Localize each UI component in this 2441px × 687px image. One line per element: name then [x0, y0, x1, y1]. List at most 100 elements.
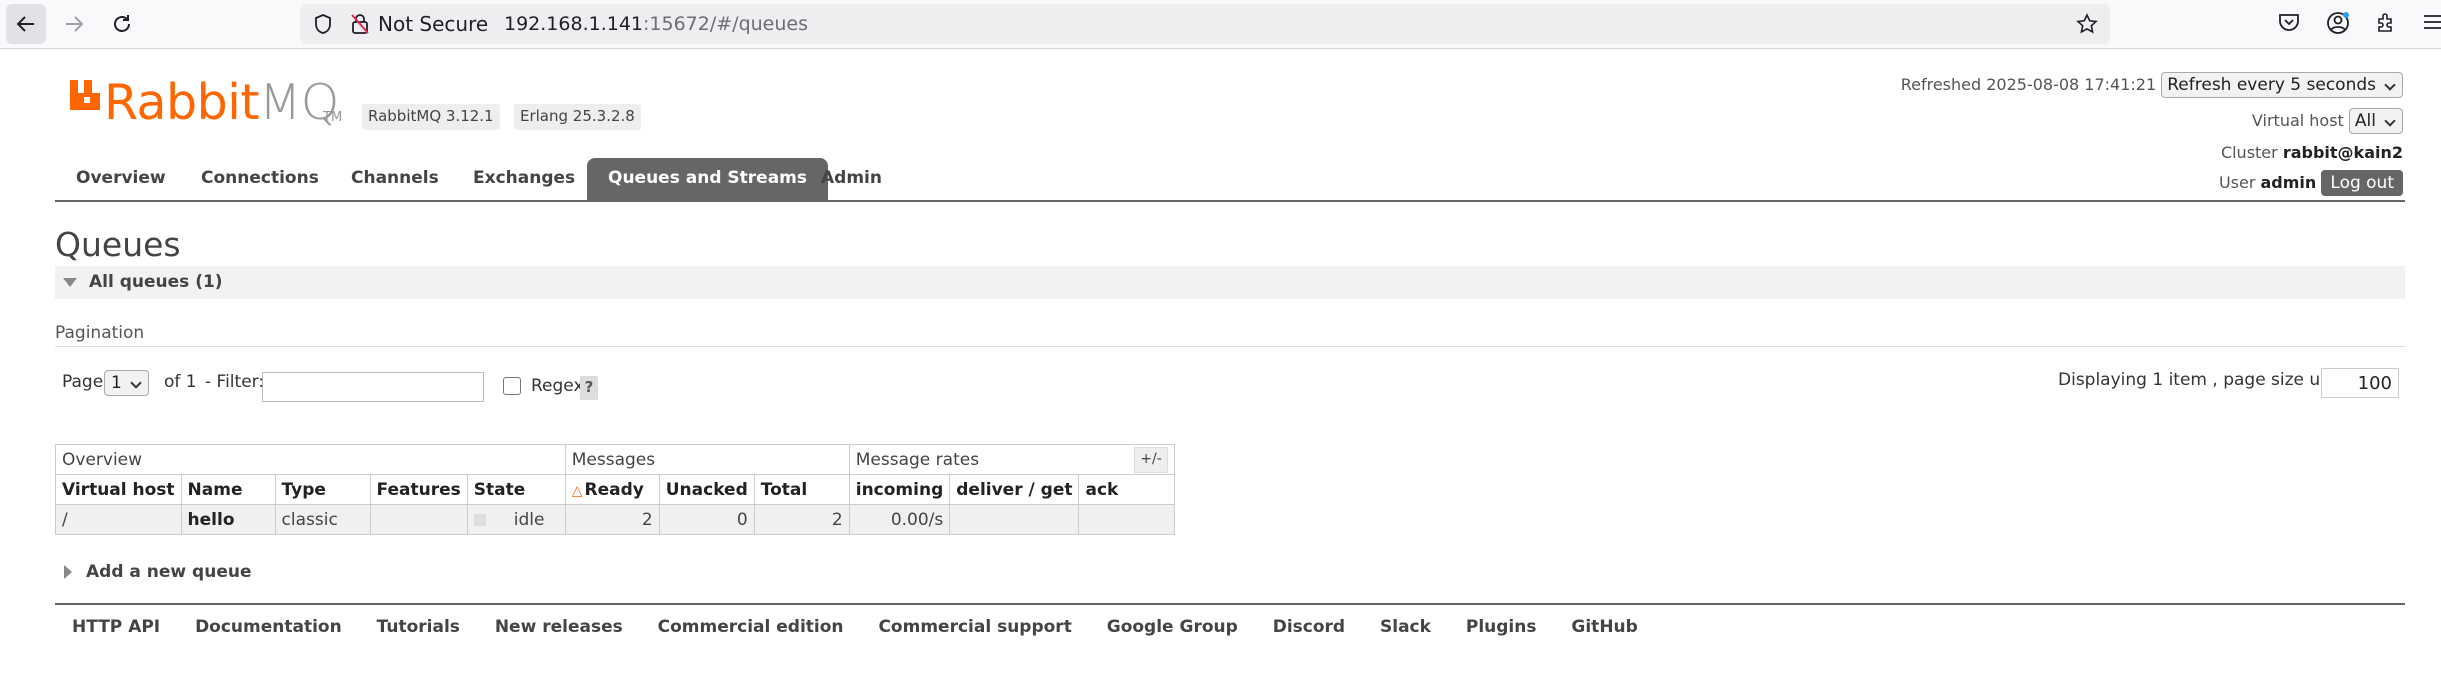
- footer-links: HTTP API Documentation Tutorials New rel…: [72, 617, 1667, 637]
- column-header[interactable]: Unacked: [658, 474, 755, 505]
- reload-button[interactable]: [102, 4, 142, 44]
- footer-link-plugins[interactable]: Plugins: [1466, 617, 1537, 637]
- arrow-left-icon: [16, 16, 34, 32]
- footer-link-documentation[interactable]: Documentation: [195, 617, 342, 637]
- security-label[interactable]: Not Secure: [378, 12, 488, 36]
- table-row[interactable]: / hello classic idle 2 0 2 0.00/s: [55, 504, 1176, 535]
- tab-queues-and-streams[interactable]: Queues and Streams: [587, 158, 829, 200]
- state-text: idle: [513, 509, 545, 530]
- column-header[interactable]: Type: [274, 474, 371, 505]
- reload-icon: [114, 15, 130, 32]
- column-toggle-button[interactable]: +/-: [1134, 447, 1168, 473]
- section-title: All queues (1): [89, 272, 223, 292]
- group-header-overview: Overview: [55, 444, 566, 475]
- logo-rabbit: Rabbit: [104, 74, 260, 131]
- footer-link-new-releases[interactable]: New releases: [495, 617, 623, 637]
- browser-toolbar: Not Secure 192.168.1.141:15672/#/queues: [0, 0, 2441, 49]
- group-header-messages: Messages: [564, 444, 850, 475]
- column-header[interactable]: Total: [753, 474, 850, 505]
- filter-input[interactable]: [262, 372, 484, 402]
- pagination-label: Pagination: [55, 323, 145, 343]
- pagination-divider: [55, 346, 2405, 347]
- queue-name-link[interactable]: hello: [180, 504, 276, 535]
- menu-icon[interactable]: [2422, 10, 2441, 34]
- cell-state: idle: [466, 504, 566, 535]
- logo-trademark: TM: [323, 110, 343, 125]
- pocket-icon[interactable]: [2277, 10, 2301, 34]
- regex-label: Regex: [531, 376, 584, 396]
- column-header[interactable]: Virtual host: [55, 474, 182, 505]
- page-count: of 1: [164, 372, 197, 392]
- tab-channels[interactable]: Channels: [330, 158, 460, 200]
- extensions-icon[interactable]: [2374, 10, 2398, 34]
- url-host: 192.168.1.141: [504, 13, 644, 35]
- url-text[interactable]: 192.168.1.141:15672/#/queues: [504, 13, 808, 35]
- page-size-input[interactable]: 100: [2321, 368, 2399, 398]
- column-header[interactable]: State: [466, 474, 566, 505]
- bookmark-star-icon[interactable]: [2076, 13, 2098, 35]
- rabbitmq-logo-icon[interactable]: [68, 78, 102, 112]
- vhost-select[interactable]: All: [2348, 108, 2403, 134]
- vhost-row: Virtual host All: [2252, 108, 2403, 134]
- add-queue-label: Add a new queue: [86, 562, 252, 582]
- footer-link-google-group[interactable]: Google Group: [1107, 617, 1238, 637]
- logo-text[interactable]: RabbitMQ: [104, 74, 339, 131]
- sort-indicator-icon: △: [571, 482, 583, 499]
- tab-connections[interactable]: Connections: [180, 158, 340, 200]
- refreshed-timestamp: Refreshed 2025-08-08 17:41:21: [1900, 75, 2157, 94]
- forward-button[interactable]: [54, 4, 94, 44]
- tab-admin[interactable]: Admin: [800, 158, 903, 200]
- address-bar[interactable]: Not Secure 192.168.1.141:15672/#/queues: [300, 4, 2110, 44]
- queues-table: Overview Messages Message rates Virtual …: [55, 444, 1176, 535]
- main-nav-tabs: Overview Connections Channels Exchanges …: [55, 158, 2405, 202]
- column-header[interactable]: ack: [1078, 474, 1176, 505]
- displaying-text: Displaying 1 item , page size up to:: [2058, 370, 2360, 390]
- tab-overview[interactable]: Overview: [55, 158, 187, 200]
- tab-exchanges[interactable]: Exchanges: [452, 158, 596, 200]
- regex-checkbox[interactable]: [503, 377, 521, 395]
- column-header[interactable]: deliver / get: [949, 474, 1080, 505]
- rabbitmq-version-badge: RabbitMQ 3.12.1: [362, 104, 500, 130]
- page-select[interactable]: 1: [104, 370, 149, 396]
- cell-type: classic: [274, 504, 371, 535]
- filter-label: - Filter:: [205, 372, 265, 392]
- url-path: :15672/#/queues: [643, 13, 809, 35]
- column-header[interactable]: Features: [369, 474, 468, 505]
- column-header[interactable]: incoming: [848, 474, 951, 505]
- account-icon[interactable]: [2325, 10, 2351, 36]
- cell-features: [369, 504, 468, 535]
- insecure-lock-icon[interactable]: [350, 13, 370, 35]
- footer-link-commercial-support[interactable]: Commercial support: [878, 617, 1071, 637]
- shield-icon[interactable]: [312, 13, 334, 35]
- group-header-message-rates: Message rates: [848, 444, 1176, 475]
- footer-link-discord[interactable]: Discord: [1273, 617, 1345, 637]
- cell-unacked: 0: [658, 504, 755, 535]
- cell-incoming: 0.00/s: [848, 504, 951, 535]
- cell-deliver-get: [949, 504, 1080, 535]
- all-queues-section-toggle[interactable]: All queues (1): [55, 266, 2405, 299]
- footer-divider: [55, 603, 2405, 605]
- page-label: Page: [62, 372, 104, 392]
- footer-link-tutorials[interactable]: Tutorials: [377, 617, 460, 637]
- expand-triangle-icon: [64, 565, 72, 579]
- arrow-right-icon: [66, 16, 84, 32]
- collapse-triangle-icon: [63, 278, 77, 287]
- cell-ready: 2: [564, 504, 660, 535]
- page-title: Queues: [55, 225, 181, 264]
- page-select-wrapper: 1: [104, 370, 149, 396]
- footer-link-http-api[interactable]: HTTP API: [72, 617, 160, 637]
- footer-link-commercial-edition[interactable]: Commercial edition: [658, 617, 844, 637]
- add-queue-section-toggle[interactable]: Add a new queue: [64, 562, 252, 582]
- column-header-ready[interactable]: △ Ready: [564, 474, 660, 505]
- footer-link-github[interactable]: GitHub: [1571, 617, 1637, 637]
- state-indicator-icon: [473, 513, 486, 526]
- column-header[interactable]: Name: [180, 474, 276, 505]
- back-button[interactable]: [6, 4, 46, 44]
- footer-link-slack[interactable]: Slack: [1380, 617, 1431, 637]
- erlang-version-badge: Erlang 25.3.2.8: [514, 104, 641, 130]
- refresh-interval-select[interactable]: Refresh every 5 seconds: [2161, 72, 2403, 98]
- cell-ack: [1078, 504, 1176, 535]
- vhost-label: Virtual host: [2251, 111, 2344, 130]
- regex-help-button[interactable]: ?: [580, 376, 598, 400]
- cell-vhost: /: [55, 504, 182, 535]
